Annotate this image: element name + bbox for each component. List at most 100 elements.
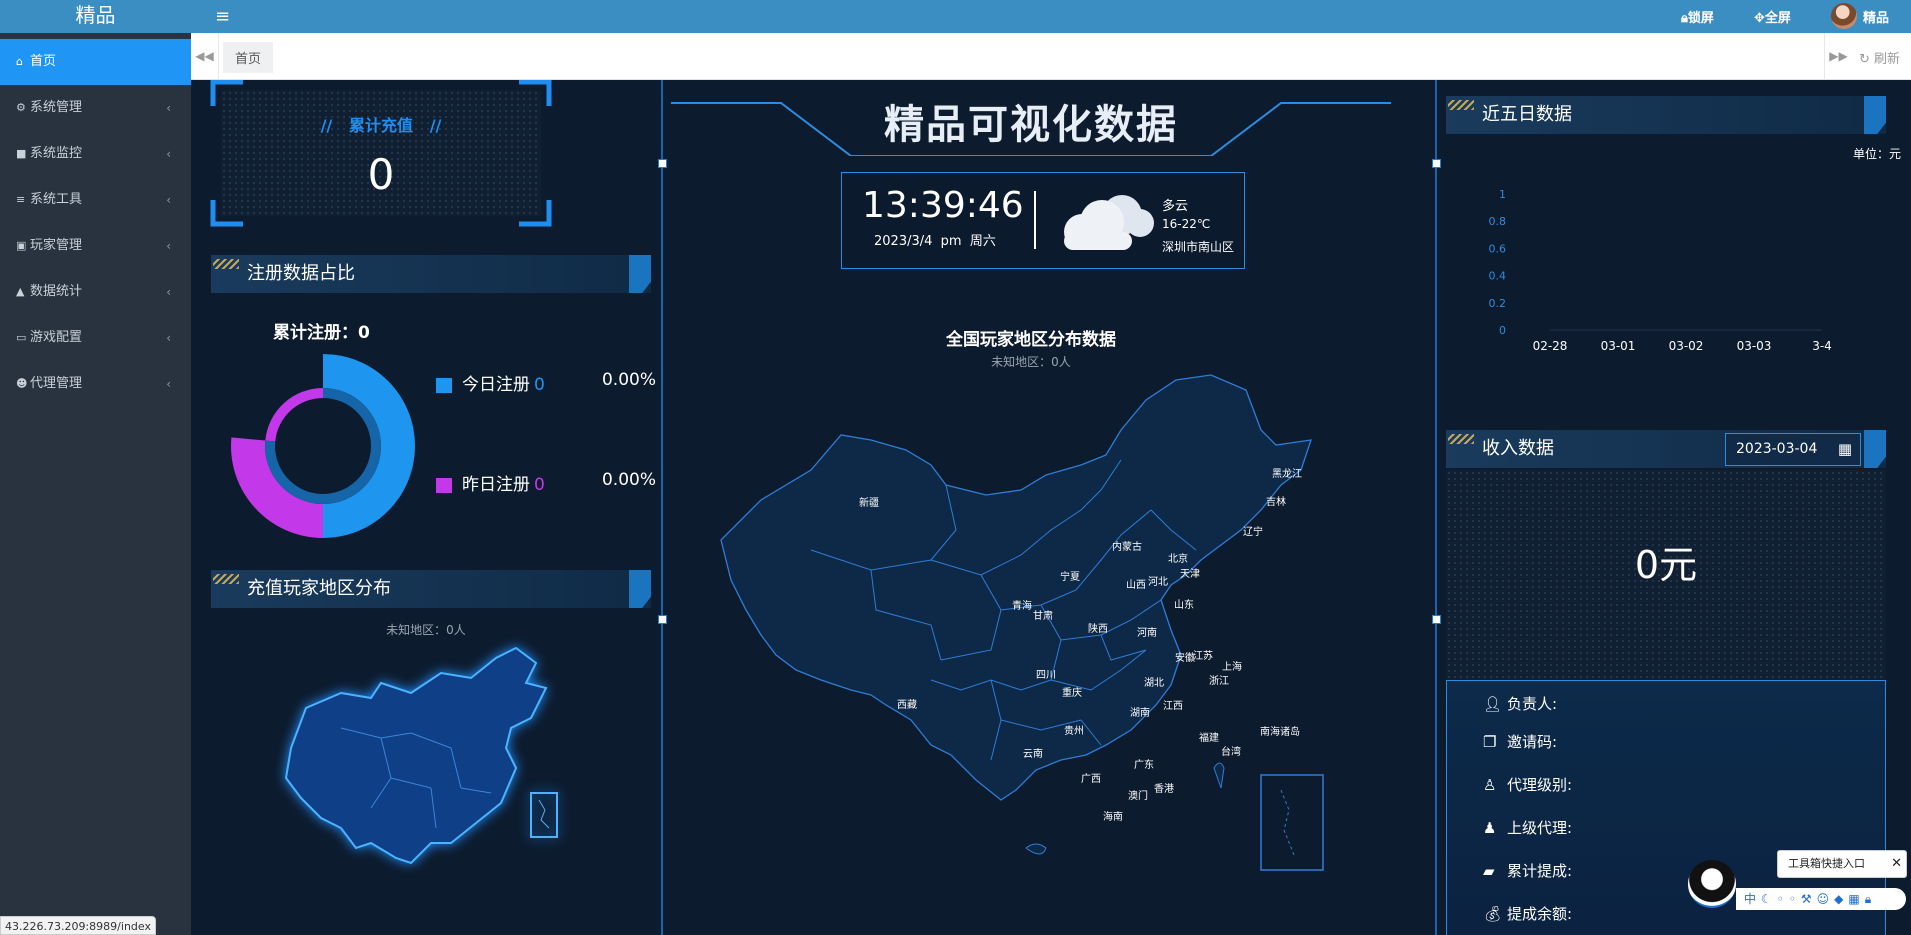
sidebar-item-system-monitor[interactable]: ■ 系统监控 ‹ <box>0 131 191 177</box>
sidebar-item-system-manage[interactable]: ⚙ 系统管理 ‹ <box>0 85 191 131</box>
province-label: 香港 <box>1154 784 1174 795</box>
province-label: 江苏 <box>1193 651 1213 662</box>
income-date-picker[interactable]: 2023-03-04 ▦ <box>1725 433 1861 466</box>
province-label: 辽宁 <box>1243 527 1263 538</box>
toolbox-shortcut[interactable]: 工具箱快捷入口 ✕ <box>1777 850 1907 878</box>
legend-yesterday-label: 昨日注册 <box>462 475 530 495</box>
refresh-button[interactable]: ↻ 刷新 <box>1859 48 1900 67</box>
resize-handle[interactable] <box>658 159 667 168</box>
agent-commission-label: 累计提成: <box>1507 862 1573 880</box>
dashboard: // 累计充值 // 0 注册数据占比 累计注册：0 今日注册 0 0.00% 昨… <box>191 80 1911 935</box>
toolbox-label: 工具箱快捷入口 <box>1788 857 1865 870</box>
sidebar-item-system-tools[interactable]: ≡ 系统工具 ‹ <box>0 177 191 223</box>
clock-time: 13:39:46 <box>862 185 1024 226</box>
province-label: 湖南 <box>1130 708 1150 719</box>
stripes-icon <box>213 574 239 584</box>
corner-decor <box>1864 96 1886 134</box>
tab-home[interactable]: 首页 <box>223 42 274 73</box>
tab-prev-icon[interactable]: ◀◀ <box>191 33 219 80</box>
legend-yesterday-pct: 0.00% <box>601 470 656 490</box>
corner-decor <box>629 255 651 293</box>
y-tick-label: 0.6 <box>1489 242 1507 255</box>
sidebar-item-label: 玩家管理 <box>30 238 83 253</box>
hamburger-menu-icon[interactable]: ≡ <box>215 6 230 27</box>
chevron-left-icon: ‹ <box>166 239 171 253</box>
sidebar-item-game-config[interactable]: ▭ 游戏配置 ‹ <box>0 315 191 361</box>
clock-divider <box>1034 191 1036 249</box>
province-label: 陕西 <box>1088 624 1108 635</box>
refresh-label: 刷新 <box>1874 52 1901 67</box>
qq-penguin-icon[interactable] <box>1688 860 1736 908</box>
province-label: 内蒙古 <box>1112 542 1142 553</box>
province-label: 南海诸岛 <box>1260 727 1300 738</box>
stripes-icon <box>1448 100 1474 110</box>
five-day-title-text: 近五日数据 <box>1482 104 1572 125</box>
income-title-text: 收入数据 <box>1482 438 1554 459</box>
legend-swatch-yesterday <box>436 477 452 493</box>
tab-next-icon[interactable]: ▶▶ <box>1824 33 1852 80</box>
legend-swatch-today <box>436 377 452 393</box>
agent-parent-label: 上级代理: <box>1507 819 1573 837</box>
ime-toolbar[interactable]: 中☾◦◦⚒☺◆▦🔒︎ <box>1736 888 1906 910</box>
province-label: 重庆 <box>1062 688 1082 699</box>
stripes-icon <box>1448 434 1474 444</box>
sidebar-item-label: 游戏配置 <box>30 330 83 345</box>
x-tick-label: 03-02 <box>1669 339 1704 353</box>
recharge-region-title-text: 充值玩家地区分布 <box>247 578 391 599</box>
gear-icon: ⚙ <box>16 101 26 114</box>
expand-icon: ✥ <box>1754 11 1765 26</box>
sidebar-item-statistics[interactable]: ▲ 数据统计 ‹ <box>0 269 191 315</box>
small-china-map <box>284 646 558 865</box>
province-label: 贵州 <box>1064 726 1084 737</box>
user-name[interactable]: 精品 <box>1863 7 1889 26</box>
province-label: 安徽 <box>1175 653 1195 664</box>
y-tick-label: 0.8 <box>1489 215 1507 228</box>
recharge-value: 0 <box>367 150 395 199</box>
resize-handle[interactable] <box>1432 615 1441 624</box>
desktop-icon: ▭ <box>16 331 27 344</box>
weather-text: 多云 <box>1162 199 1189 214</box>
status-url: 43.226.73.209:8989/index <box>0 916 156 935</box>
avatar[interactable] <box>1831 3 1857 29</box>
sidebar-item-player-manage[interactable]: ▣ 玩家管理 ‹ <box>0 223 191 269</box>
wallet-icon: ▰ <box>1483 862 1495 880</box>
x-tick-label: 03-01 <box>1601 339 1636 353</box>
ampm-text: pm <box>940 234 962 249</box>
lock-screen-button[interactable]: 🔒︎锁屏 <box>1681 7 1714 26</box>
legend-today-label: 今日注册 <box>462 375 530 395</box>
sidebar-item-label: 代理管理 <box>30 376 83 391</box>
province-label: 甘肃 <box>1033 611 1053 622</box>
y-tick-label: 0.2 <box>1489 297 1507 310</box>
stripes-icon <box>213 259 239 269</box>
province-label: 澳门 <box>1128 791 1148 802</box>
lock-icon: 🔒︎ <box>1681 11 1688 26</box>
sidebar-item-label: 首页 <box>30 54 57 69</box>
province-label: 宁夏 <box>1060 572 1080 583</box>
recharge-region-unknown: 未知地区：0人 <box>386 623 466 637</box>
fullscreen-button[interactable]: ✥全屏 <box>1754 7 1791 26</box>
corner-decor <box>1864 430 1886 468</box>
money-bag-icon: 💰︎ <box>1483 905 1503 923</box>
sidebar-item-home[interactable]: ⌂ 首页 <box>0 39 191 85</box>
recharge-card: // 累计充值 // 0 <box>210 80 552 227</box>
resize-handle[interactable] <box>1432 159 1441 168</box>
china-map <box>720 374 1324 871</box>
close-icon[interactable]: ✕ <box>1891 851 1902 877</box>
agent-invite-label: 邀请码: <box>1507 733 1558 751</box>
area-chart-icon: ▲ <box>16 285 25 298</box>
legend-yesterday-value: 0 <box>534 475 545 495</box>
agent-row-level: ♙ 代理级别: <box>1483 774 1572 795</box>
y-tick-label: 0.4 <box>1489 270 1507 283</box>
agent-balance-label: 提成余额: <box>1507 905 1573 923</box>
register-total-value: 0 <box>358 323 370 343</box>
id-card-icon: ▣ <box>16 239 27 252</box>
lock-label: 锁屏 <box>1687 11 1714 26</box>
sidebar-item-agent-manage[interactable]: ☻ 代理管理 ‹ <box>0 361 191 407</box>
user-icon: 👤︎ <box>1483 695 1503 713</box>
chevron-left-icon: ‹ <box>166 377 171 391</box>
five-day-unit: 单位：元 <box>1852 147 1901 161</box>
income-date-value: 2023-03-04 <box>1736 441 1818 457</box>
donut-hole <box>276 399 370 493</box>
calendar-icon[interactable]: ▦ <box>1838 434 1852 465</box>
register-total: 累计注册：0 <box>273 318 370 343</box>
